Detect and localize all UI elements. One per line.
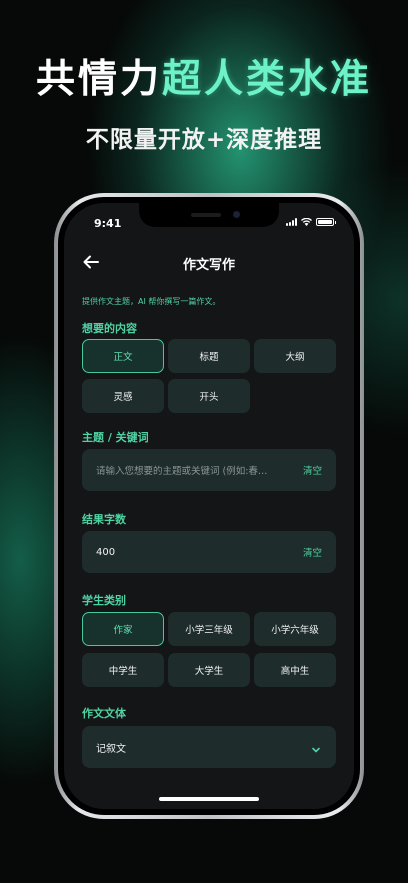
content-section-label: 想要的内容 (82, 322, 137, 335)
wifi-icon (301, 218, 312, 226)
headline-white-text: 共情力 (35, 57, 162, 102)
promo-headline: 共情力超人类水准 (0, 52, 408, 108)
speaker (191, 213, 221, 217)
page-title: 作文写作 (182, 258, 235, 273)
wordcount-value: 400 (96, 546, 116, 558)
wordcount-section-label: 结果字数 (82, 513, 126, 526)
topic-section-label: 主题 / 关键词 (82, 431, 149, 444)
student-option-college[interactable]: 大学生 (168, 653, 250, 687)
topic-clear-button[interactable]: 清空 (303, 463, 322, 477)
student-section-label: 学生类别 (82, 594, 126, 607)
student-option-writer[interactable]: 作家 (82, 612, 164, 646)
student-option-grade6[interactable]: 小学六年级 (254, 612, 336, 646)
content-option-title[interactable]: 标题 (168, 339, 250, 373)
wordcount-input[interactable]: 400 清空 (82, 531, 336, 573)
home-indicator[interactable] (159, 797, 259, 801)
nav-bar: 作文写作 (64, 251, 354, 275)
signal-icon (286, 218, 297, 226)
topic-placeholder: 请输入您想要的主题或关键词 (例如:春… (96, 466, 268, 477)
student-option-middle-school[interactable]: 中学生 (82, 653, 164, 687)
status-icons (286, 218, 336, 226)
wordcount-clear-button[interactable]: 清空 (303, 545, 322, 559)
battery-icon (316, 218, 336, 226)
style-dropdown[interactable]: 记叙文 (82, 726, 336, 768)
content-option-body[interactable]: 正文 (82, 339, 164, 373)
camera-icon (233, 211, 240, 218)
app-screen: 9:41 作文写作 提供作文主题，AI 帮你撰写一篇作文。 想要的内容 正文 标… (64, 203, 354, 809)
status-time: 9:41 (94, 217, 122, 230)
content-option-opening[interactable]: 开头 (168, 379, 250, 413)
promo-subheadline: 不限量开放+深度推理 (85, 127, 323, 153)
style-selected-value: 记叙文 (96, 743, 126, 755)
phone-bezel: 9:41 作文写作 提供作文主题，AI 帮你撰写一篇作文。 想要的内容 正文 标… (58, 197, 360, 815)
style-section-label: 作文文体 (82, 707, 126, 720)
topic-input[interactable]: 请输入您想要的主题或关键词 (例如:春… 清空 (82, 449, 336, 491)
student-option-grade3[interactable]: 小学三年级 (168, 612, 250, 646)
notch (139, 203, 279, 227)
student-option-high-school[interactable]: 高中生 (254, 653, 336, 687)
content-option-inspiration[interactable]: 灵感 (82, 379, 164, 413)
phone-frame: 9:41 作文写作 提供作文主题，AI 帮你撰写一篇作文。 想要的内容 正文 标… (54, 193, 364, 819)
headline-green-text: 超人类水准 (162, 57, 373, 102)
content-option-outline[interactable]: 大纲 (254, 339, 336, 373)
hint-text: 提供作文主题，AI 帮你撰写一篇作文。 (82, 297, 221, 306)
chevron-down-icon (310, 741, 322, 753)
